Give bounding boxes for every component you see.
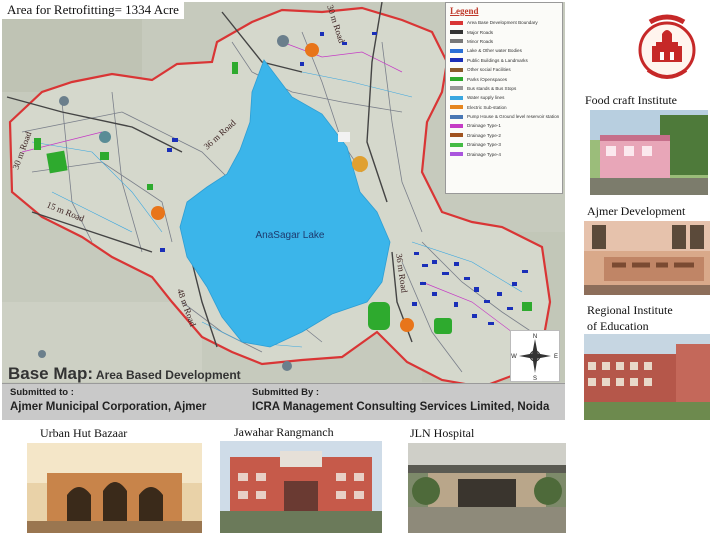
- legend-item: Parks /Openspaces: [450, 74, 558, 83]
- legend-item-label: Pump House & Ground level reservoir stat…: [467, 114, 560, 120]
- basemap-title: Base Map: Area Based Development: [8, 364, 241, 384]
- legend-swatch: [450, 58, 463, 63]
- legend-item: Electric Sub-station: [450, 103, 558, 112]
- legend-swatch: [450, 123, 463, 128]
- compass-w: W: [511, 354, 517, 360]
- legend-item-label: Minor Roads: [467, 38, 494, 44]
- photo-ajmer-development[interactable]: [584, 221, 710, 295]
- marker-grey[interactable]: [282, 361, 292, 371]
- legend-item-label: Other social Facilities: [467, 67, 511, 73]
- compass-icon: N S E W: [511, 334, 558, 382]
- submitted-by-label: Submitted By :: [252, 387, 320, 398]
- marker-orange[interactable]: [352, 156, 368, 172]
- legend-item: Drainage Type-1: [450, 121, 558, 130]
- photo-regional-institute[interactable]: [584, 334, 710, 420]
- legend-item-label: Electric Sub-station: [467, 104, 507, 110]
- legend-item-label: Drainage Type-1: [467, 123, 501, 129]
- caption-food-craft: Food craft Institute: [585, 93, 677, 107]
- basemap-title-rest: Area Based Development: [93, 368, 241, 382]
- caption-of-education: of Education: [587, 319, 649, 333]
- legend-item-label: Area Base Development Boundary: [467, 20, 538, 26]
- marker-grey[interactable]: [277, 35, 289, 47]
- emblem-logo: [638, 14, 696, 79]
- caption-jln-hospital: JLN Hospital: [410, 426, 475, 440]
- legend-swatch: [450, 95, 463, 100]
- submitted-to-value: Ajmer Municipal Corporation, Ajmer: [10, 401, 207, 413]
- compass-s: S: [533, 376, 537, 381]
- marker-orange[interactable]: [400, 318, 414, 332]
- caption-jawahar-rangmanch: Jawahar Rangmanch: [234, 425, 334, 439]
- caption-regional-institute: Regional Institute: [587, 303, 673, 317]
- legend-item-label: Major Roads: [467, 29, 494, 35]
- legend-item: Water supply lines: [450, 93, 558, 102]
- compass-n: N: [533, 334, 537, 340]
- photo-jawahar-rangmanch[interactable]: [220, 441, 382, 533]
- map-legend: Legend Area Base Development Boundary Maj…: [445, 2, 563, 194]
- legend-swatch: [450, 77, 463, 82]
- photo-jln-hospital[interactable]: [408, 443, 566, 533]
- legend-item: Major Roads: [450, 27, 558, 36]
- legend-item: Drainage Type-3: [450, 140, 558, 149]
- photo-food-craft-institute[interactable]: [590, 110, 708, 195]
- marker-grey[interactable]: [38, 350, 46, 358]
- legend-list: Area Base Development Boundary Major Road…: [450, 18, 560, 159]
- legend-swatch: [450, 133, 463, 138]
- basemap-title-big: Base Map:: [8, 364, 94, 383]
- marker-orange[interactable]: [305, 43, 319, 57]
- legend-swatch: [450, 20, 463, 25]
- legend-item-label: Drainage Type-3: [467, 142, 501, 148]
- municipal-emblem: [636, 12, 698, 84]
- submitted-to-label: Submitted to :: [10, 387, 74, 398]
- legend-item-label: Water supply lines: [467, 95, 505, 101]
- compass-e: E: [554, 354, 558, 360]
- legend-item-label: Parks /Openspaces: [467, 76, 508, 82]
- legend-item: Bus stands & Bus Stops: [450, 84, 558, 93]
- submitted-to: Submitted to : Ajmer Municipal Corporati…: [10, 387, 206, 413]
- marker-orange[interactable]: [151, 206, 165, 220]
- north-arrow: N S E W: [510, 330, 560, 382]
- legend-swatch: [450, 152, 463, 157]
- submission-bar: Submitted to : Ajmer Municipal Corporati…: [2, 383, 565, 420]
- caption-urban-hut-bazaar: Urban Hut Bazaar: [40, 426, 128, 440]
- submitted-by-value: ICRA Management Consulting Services Limi…: [252, 401, 550, 413]
- legend-item: Other social Facilities: [450, 65, 558, 74]
- legend-swatch: [450, 30, 463, 35]
- legend-item: Public Buildings & Landmarks: [450, 56, 558, 65]
- legend-swatch: [450, 105, 463, 110]
- legend-item: Pump House & Ground level reservoir stat…: [450, 112, 560, 121]
- legend-item-label: Drainage Type-4: [467, 151, 501, 157]
- legend-swatch: [450, 114, 463, 119]
- legend-swatch: [450, 48, 463, 53]
- marker-grey-square[interactable]: [338, 132, 350, 142]
- legend-item: Minor Roads: [450, 37, 558, 46]
- legend-swatch: [450, 67, 463, 72]
- legend-swatch: [450, 142, 463, 147]
- legend-item-label: Lake & Other water Bodies: [467, 48, 522, 54]
- legend-item: Drainage Type-2: [450, 131, 558, 140]
- legend-item-label: Public Buildings & Landmarks: [467, 57, 528, 63]
- marker-grey[interactable]: [99, 131, 111, 143]
- area-title: Area for Retrofitting= 1334 Acre: [2, 0, 184, 19]
- legend-item-label: Drainage Type-2: [467, 132, 501, 138]
- legend-item: Lake & Other water Bodies: [450, 46, 558, 55]
- submitted-by: Submitted By : ICRA Management Consultin…: [252, 387, 549, 413]
- legend-swatch: [450, 86, 463, 91]
- legend-swatch: [450, 39, 463, 44]
- marker-grey[interactable]: [59, 96, 69, 106]
- legend-item-label: Bus stands & Bus Stops: [467, 85, 517, 91]
- legend-item: Area Base Development Boundary: [450, 18, 558, 27]
- photo-urban-hut-bazaar[interactable]: [27, 443, 202, 533]
- caption-ajmer-development: Ajmer Development: [587, 204, 686, 218]
- legend-item: Drainage Type-4: [450, 149, 558, 158]
- lake-label: AnaSagar Lake: [256, 230, 325, 241]
- legend-title: Legend: [450, 6, 479, 16]
